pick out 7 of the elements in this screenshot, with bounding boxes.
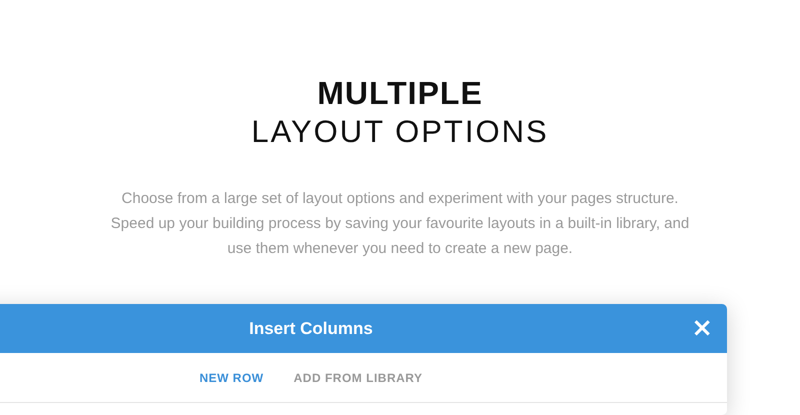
dialog-tab[interactable]: ADD FROM LIBRARY bbox=[294, 370, 423, 384]
heading-subtitle: LAYOUT OPTIONS bbox=[251, 114, 549, 150]
close-button[interactable]: × bbox=[691, 316, 713, 340]
dialog-title: Insert Columns bbox=[249, 318, 373, 338]
description-paragraph: Choose from a large set of layout options and experiment with your pages structure. Speed up your building process by saving your favourite layouts in a built-in library, and use them whenever you need to create a new page. bbox=[110, 189, 690, 259]
dialog-tab[interactable]: NEW ROW bbox=[199, 370, 264, 384]
heading-title: MULTIPLE bbox=[317, 76, 483, 110]
